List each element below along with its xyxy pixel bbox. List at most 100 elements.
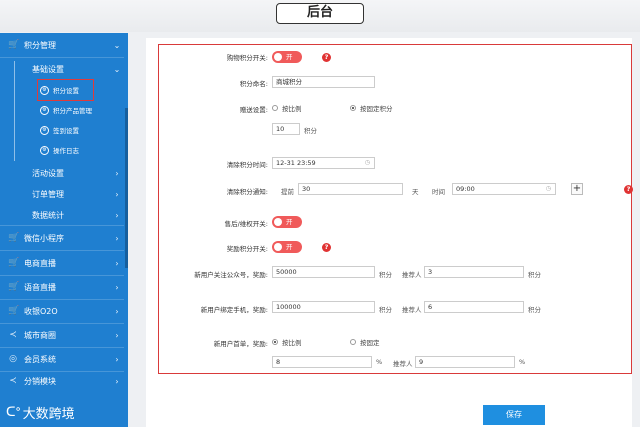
gear-icon: ⚙ — [40, 145, 49, 155]
sidebar-item-label: 积分管理 — [24, 40, 56, 50]
radio-dot-selected — [272, 339, 278, 345]
sidebar-item-label: 签到设置 — [53, 127, 79, 135]
sidebar-item-label: 分销模块 — [24, 376, 56, 386]
sidebar-item-voice-live[interactable]: 🛒 语音直播 › — [0, 275, 124, 299]
sidebar-item-distribution[interactable]: ≺ 分销模块 › — [0, 369, 124, 393]
reward-points-toggle[interactable]: 开 — [272, 241, 302, 253]
first-order-ratio-radio[interactable]: 按比例 — [272, 337, 302, 347]
toggle-text: 开 — [286, 53, 293, 61]
clear-time-label: 清除积分时间: — [226, 161, 268, 169]
sidebar-item-ecommerce-live[interactable]: 🛒 电商直播 › — [0, 251, 124, 275]
gift-fixed-radio[interactable]: 按固定积分 — [350, 103, 393, 113]
unit-points: 积分 — [304, 127, 317, 135]
chevron-right-icon: › — [115, 168, 119, 178]
clear-time-input[interactable]: 12-31 23:59 ◷ — [272, 157, 375, 169]
cart-icon: 🛒 — [8, 233, 20, 243]
clock-icon: ◷ — [545, 185, 551, 192]
sidebar-item-points-settings[interactable]: ⚙ 积分设置 — [37, 79, 94, 101]
bind-phone-input[interactable]: 100000 — [272, 301, 375, 313]
logo-text: 大数跨境 — [22, 407, 75, 422]
shopping-points-toggle[interactable]: 开 — [272, 51, 302, 63]
share-icon: ≺ — [9, 376, 17, 386]
notice-days-input[interactable]: 30 — [298, 183, 403, 195]
sidebar-scrollbar[interactable] — [125, 108, 128, 268]
member-icon: ◎ — [9, 354, 17, 364]
sidebar-item-label: 收银O2O — [24, 306, 58, 316]
chevron-down-icon: ⌄ — [113, 64, 121, 74]
unit-points: 积分 — [379, 306, 392, 314]
first-order-label: 新用户首单，奖励: — [213, 340, 268, 348]
save-button[interactable]: 保存 — [483, 405, 545, 425]
notice-time-value: 09:00 — [456, 185, 475, 193]
toggle-knob — [274, 243, 282, 251]
notice-time-input[interactable]: 09:00 ◷ — [452, 183, 556, 195]
gear-icon: ⚙ — [40, 125, 49, 135]
first-order-fixed-radio[interactable]: 按固定 — [350, 337, 380, 347]
clock-icon: ◷ — [364, 159, 370, 166]
cart-icon: 🛒 — [8, 282, 20, 292]
node-icon — [8, 189, 18, 199]
points-name-label: 积分命名: — [239, 80, 268, 88]
chevron-down-icon: ⌄ — [113, 40, 121, 50]
sidebar-item-activity-settings[interactable]: 活动设置 › — [0, 162, 124, 184]
notice-prefix: 提前 — [281, 188, 294, 196]
bind-phone-label: 新用户绑定手机，奖励: — [200, 306, 268, 314]
gear-icon: ⚙ — [40, 105, 49, 115]
sidebar: 🛒 积分管理 ⌄ 基础设置 ⌄ ⚙ 积分设置 ⚙ 积分产品管理 ⚙ 签到设置 ⚙… — [0, 33, 128, 427]
radio-dot — [272, 105, 278, 111]
gear-icon: ⚙ — [40, 85, 49, 95]
sidebar-item-member-system[interactable]: ◎ 会员系统 › — [0, 347, 124, 371]
chevron-right-icon: › — [115, 189, 119, 199]
aftersale-toggle[interactable]: 开 — [272, 216, 302, 228]
brand-logo: ᑕᐤ 大数跨境 — [6, 403, 75, 422]
follow-referrer-input[interactable]: 3 — [424, 266, 524, 278]
sidebar-item-points-products[interactable]: ⚙ 积分产品管理 — [40, 100, 124, 120]
first-referrer-input[interactable]: 9 — [415, 356, 515, 368]
add-notice-button[interactable]: + — [571, 183, 583, 195]
follow-reward-input[interactable]: 50000 — [272, 266, 375, 278]
sidebar-item-order-management[interactable]: 订单管理 › — [0, 183, 124, 205]
sidebar-item-data-statistics[interactable]: 数据统计 › — [0, 204, 124, 226]
chevron-right-icon: › — [115, 233, 119, 243]
shopping-switch-label: 购物积分开关: — [226, 54, 268, 62]
help-icon[interactable]: ? — [322, 243, 331, 252]
notice-time-label: 时间 — [432, 188, 445, 196]
sidebar-item-cashier-o2o[interactable]: 🛒 收银O2O › — [0, 299, 124, 323]
sidebar-item-operation-log[interactable]: ⚙ 操作日志 — [40, 140, 124, 160]
sidebar-item-points-management[interactable]: 🛒 积分管理 ⌄ — [0, 33, 124, 57]
sidebar-item-mini-program[interactable]: 🛒 微信小程序 › — [0, 226, 124, 250]
referrer-label: 推荐人 — [402, 271, 422, 279]
radio-dot-selected — [350, 105, 356, 111]
first-order-input[interactable]: 8 — [272, 356, 372, 368]
gift-ratio-radio[interactable]: 按比例 — [272, 103, 302, 113]
sidebar-item-basic-settings[interactable]: 基础设置 ⌄ — [0, 58, 124, 80]
toggle-knob — [274, 53, 282, 61]
sidebar-item-label: 订单管理 — [32, 189, 64, 199]
chevron-right-icon: › — [115, 258, 119, 268]
bind-referrer-input[interactable]: 6 — [424, 301, 524, 313]
gift-fixed-points-input[interactable]: 10 — [272, 123, 300, 135]
sidebar-item-label: 微信小程序 — [24, 233, 64, 243]
radio-label: 按比例 — [282, 339, 302, 347]
unit-points: 积分 — [528, 271, 541, 279]
page-title: 后台 — [276, 3, 364, 24]
sidebar-item-label: 语音直播 — [24, 282, 56, 292]
sidebar-item-city-circle[interactable]: ≺ 城市商圈 › — [0, 323, 124, 347]
chevron-right-icon: › — [115, 354, 119, 364]
node-icon — [8, 168, 18, 178]
logo-icon: ᑕᐤ — [6, 405, 21, 420]
points-name-input[interactable]: 商城积分 — [272, 76, 375, 88]
chevron-right-icon: › — [115, 330, 119, 340]
follow-reward-label: 新用户关注公众号，奖励: — [194, 271, 268, 279]
sidebar-item-label: 活动设置 — [32, 168, 64, 178]
gift-settings-label: 赠送设置: — [239, 106, 268, 114]
sidebar-item-checkin-settings[interactable]: ⚙ 签到设置 — [40, 120, 124, 140]
clear-time-value: 12-31 23:59 — [276, 159, 316, 167]
sidebar-item-label: 积分产品管理 — [53, 107, 92, 115]
sidebar-item-label: 操作日志 — [53, 147, 79, 155]
help-icon[interactable]: ? — [322, 53, 331, 62]
cart-icon: 🛒 — [8, 40, 20, 50]
sidebar-item-label: 电商直播 — [24, 258, 56, 268]
radio-label: 按比例 — [282, 105, 302, 113]
help-icon[interactable]: ? — [624, 185, 633, 194]
